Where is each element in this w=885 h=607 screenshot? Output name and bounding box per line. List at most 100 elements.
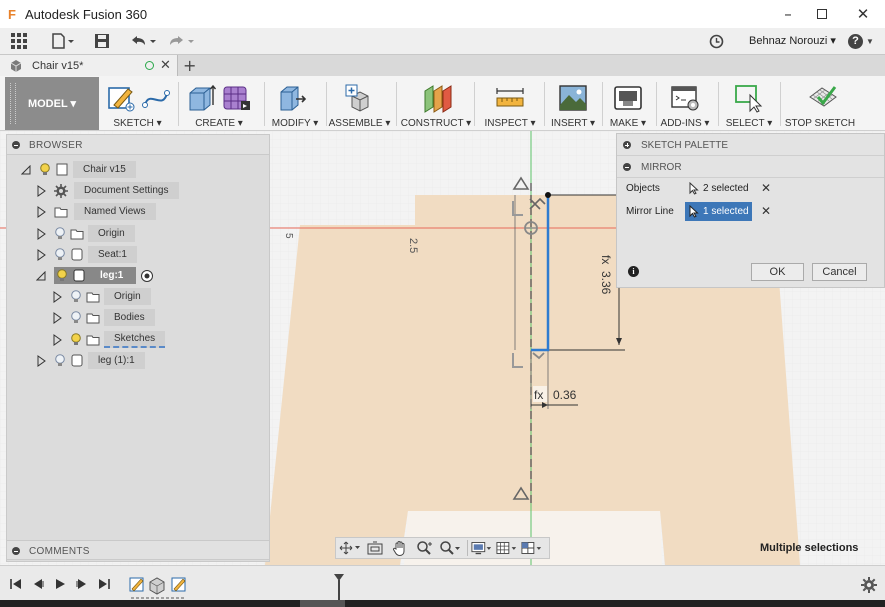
cancel-button[interactable]: Cancel (812, 263, 867, 281)
expand-icon[interactable] (12, 547, 20, 555)
timeline-marker[interactable] (333, 573, 345, 603)
file-menu-icon[interactable] (50, 32, 76, 50)
tree-item-leg-active[interactable]: leg:1 (36, 267, 154, 284)
clear-mirror-line-icon[interactable]: ✕ (761, 204, 771, 218)
visibility-bulb-off-icon[interactable] (70, 311, 82, 324)
inspect-group[interactable]: INSPECT ▾ (478, 76, 542, 131)
create-group[interactable]: CREATE ▾ (181, 76, 257, 131)
undo-icon[interactable] (128, 32, 158, 50)
visibility-bulb-off-icon[interactable] (54, 248, 66, 261)
assemble-group[interactable]: ASSEMBLE ▾ (327, 76, 392, 131)
press-pull-icon[interactable] (278, 83, 308, 113)
modify-group[interactable]: MODIFY ▾ (265, 76, 325, 131)
timeline-scroll-thumb[interactable] (300, 600, 345, 607)
visibility-bulb-icon[interactable] (56, 269, 68, 282)
close-icon[interactable]: ✕ (840, 0, 885, 28)
app-grid-icon[interactable] (10, 32, 28, 50)
collapsed-triangle-icon[interactable] (36, 354, 46, 368)
collapse-icon[interactable] (623, 163, 631, 171)
create-sketch-icon[interactable] (106, 83, 136, 113)
collapsed-triangle-icon[interactable] (52, 290, 62, 304)
timeline-settings-gear-icon[interactable] (861, 577, 877, 593)
visibility-bulb-icon[interactable] (39, 163, 51, 176)
collapsed-triangle-icon[interactable] (36, 227, 46, 241)
document-tab[interactable]: Chair v15* ✕ (0, 55, 178, 77)
save-icon[interactable] (93, 32, 111, 50)
dimension-horizontal-value[interactable]: 0.36 (553, 388, 577, 402)
mirror-line-selection-button[interactable]: 1 selected (685, 202, 752, 221)
extrude-icon[interactable] (186, 83, 216, 113)
tree-item-leg-origin[interactable]: Origin (52, 288, 151, 305)
visibility-bulb-off-icon[interactable] (54, 354, 66, 367)
mirror-header[interactable]: MIRROR (617, 156, 884, 178)
objects-selection-button[interactable]: 2 selected (685, 179, 749, 198)
addins-group[interactable]: ADD-INS ▾ (657, 76, 713, 131)
new-component-icon[interactable] (344, 83, 374, 113)
visibility-bulb-icon[interactable] (70, 333, 82, 346)
form-icon[interactable] (221, 83, 251, 113)
clear-objects-icon[interactable]: ✕ (761, 181, 771, 195)
make-group[interactable]: MAKE ▾ (604, 76, 652, 131)
tree-item-leg-copy[interactable]: leg (1):1 (36, 352, 145, 369)
visibility-bulb-off-icon[interactable] (54, 227, 66, 240)
tree-item-seat[interactable]: Seat:1 (36, 246, 137, 263)
insert-image-icon[interactable] (558, 83, 588, 113)
insert-group[interactable]: INSERT ▾ (547, 76, 599, 131)
collapsed-triangle-icon[interactable] (36, 205, 46, 219)
fit-zoom-icon[interactable] (439, 539, 461, 557)
sketch-palette-header[interactable]: SKETCH PALETTE (617, 134, 884, 156)
construct-group[interactable]: CONSTRUCT ▾ (400, 76, 472, 131)
select-group[interactable]: SELECT ▾ (720, 76, 778, 131)
workspace-switcher[interactable]: MODEL ▾ (5, 77, 99, 130)
visibility-bulb-off-icon[interactable] (70, 290, 82, 303)
stop-sketch-button[interactable]: STOP SKETCH (783, 76, 857, 131)
tree-item-named-views[interactable]: Named Views (36, 203, 156, 220)
comments-header[interactable]: COMMENTS (7, 540, 269, 560)
expanded-triangle-icon[interactable] (21, 163, 31, 177)
redo-icon[interactable] (166, 32, 196, 50)
info-icon[interactable]: i (628, 266, 639, 277)
collapsed-triangle-icon[interactable] (52, 333, 62, 347)
step-back-icon[interactable] (31, 577, 45, 591)
collapsed-triangle-icon[interactable] (36, 248, 46, 262)
job-status-clock-icon[interactable] (708, 32, 724, 50)
collapsed-triangle-icon[interactable] (52, 311, 62, 325)
activate-radio-icon[interactable] (140, 269, 154, 283)
orbit-constrained-icon[interactable] (339, 539, 361, 557)
grid-settings-icon[interactable] (496, 539, 518, 557)
tree-item-bodies[interactable]: Bodies (52, 309, 155, 326)
go-to-end-icon[interactable] (97, 577, 111, 591)
collapsed-triangle-icon[interactable] (36, 184, 46, 198)
play-icon[interactable] (53, 577, 67, 591)
measure-icon[interactable] (495, 83, 525, 113)
scripts-addins-icon[interactable] (670, 83, 700, 113)
zoom-icon[interactable] (414, 539, 436, 557)
tree-item-origin[interactable]: Origin (36, 225, 135, 242)
new-tab-button[interactable]: + (183, 56, 196, 75)
expanded-triangle-icon[interactable] (36, 269, 46, 283)
sketch-point[interactable] (545, 192, 551, 198)
tree-item-root[interactable]: Chair v15 (21, 161, 136, 178)
help-icon[interactable]: ? ▼ (846, 32, 876, 50)
tree-item-sketches[interactable]: Sketches (52, 331, 166, 348)
spline-icon[interactable] (141, 83, 171, 113)
look-at-icon[interactable] (364, 539, 386, 557)
close-tab-icon[interactable]: ✕ (160, 58, 171, 73)
offset-plane-icon[interactable] (422, 83, 452, 113)
tree-item-document-settings[interactable]: Document Settings (36, 182, 179, 199)
display-settings-icon[interactable] (471, 539, 493, 557)
ok-button[interactable]: OK (751, 263, 804, 281)
viewports-icon[interactable] (521, 539, 543, 557)
expand-icon[interactable] (623, 141, 631, 149)
sketch-group[interactable]: SKETCH ▾ (100, 76, 175, 131)
dimension-vertical[interactable]: fx 3.36 (599, 255, 613, 295)
maximize-icon[interactable] (799, 0, 845, 28)
user-account-menu[interactable]: Behnaz Norouzi ▾ (749, 34, 836, 47)
collapse-icon[interactable] (12, 141, 20, 149)
select-icon[interactable] (734, 83, 764, 113)
3d-print-icon[interactable] (613, 83, 643, 113)
pan-hand-icon[interactable] (389, 539, 411, 557)
step-forward-icon[interactable] (75, 577, 89, 591)
browser-header[interactable]: BROWSER (7, 135, 269, 155)
go-to-start-icon[interactable] (9, 577, 23, 591)
